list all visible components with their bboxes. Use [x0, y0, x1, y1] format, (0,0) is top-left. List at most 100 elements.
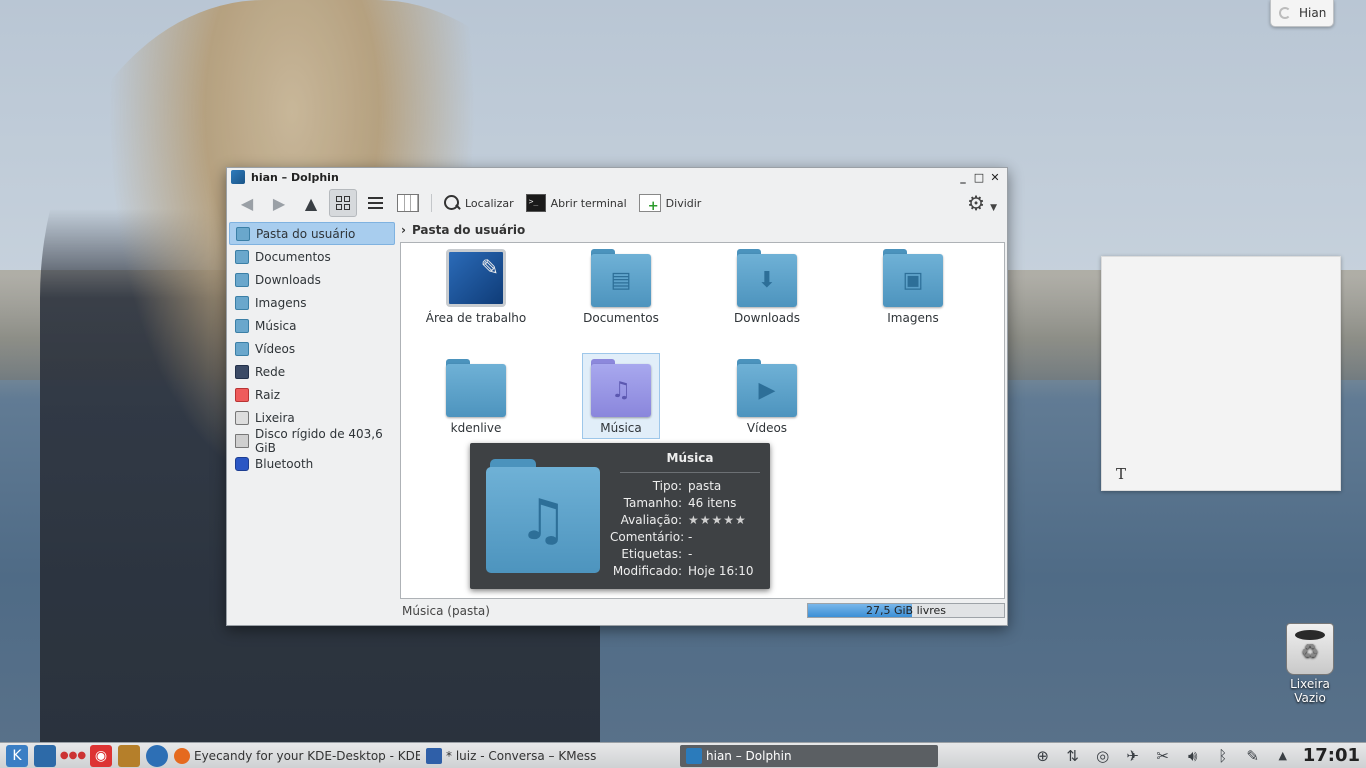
- clipboard-icon[interactable]: ✂: [1153, 747, 1173, 765]
- kde-menu-icon[interactable]: K: [6, 744, 28, 767]
- back-button[interactable]: ◀: [233, 189, 261, 217]
- file-item-label: Área de trabalho: [425, 311, 527, 325]
- toolbar-separator: [431, 194, 432, 212]
- free-space-bar[interactable]: 27,5 GiB livres: [807, 603, 1005, 618]
- clock[interactable]: 17:01: [1303, 745, 1360, 766]
- media-player-icon[interactable]: ◉: [90, 744, 112, 767]
- documents-folder-icon: ▤: [591, 249, 651, 307]
- window-titlebar[interactable]: hian – Dolphin _ □ ✕: [227, 168, 1007, 186]
- pen-tool-icon[interactable]: ✎: [1243, 747, 1263, 765]
- minimize-button[interactable]: _: [955, 171, 971, 184]
- taskbar: K ●●● ◉ Eyecandy for your KDE-Desktop - …: [0, 742, 1366, 768]
- sidebar-item-rede[interactable]: Rede: [229, 360, 395, 383]
- kde-connect-icon[interactable]: ✈: [1123, 747, 1143, 765]
- firefox-icon: [174, 747, 190, 764]
- network-transfer-icon[interactable]: ⇅: [1063, 747, 1083, 765]
- window-title: hian – Dolphin: [251, 170, 339, 184]
- volume-icon[interactable]: 🔊︎: [1183, 747, 1203, 765]
- maximize-button[interactable]: □: [971, 171, 987, 184]
- folder-icon: [235, 249, 249, 264]
- split-label: Dividir: [665, 196, 702, 210]
- user-badge[interactable]: Hian: [1270, 0, 1334, 27]
- breadcrumb[interactable]: › Pasta do usuário: [401, 222, 525, 238]
- sidebar-item-label: Imagens: [255, 295, 307, 310]
- open-terminal-button[interactable]: >_ Abrir terminal: [522, 189, 631, 217]
- sidebar-item-disk[interactable]: Disco rígido de 403,6 GiB: [229, 426, 395, 455]
- split-view-icon: [638, 194, 661, 214]
- task-label: * luiz - Conversa – KMess: [446, 748, 597, 763]
- chevron-right-icon: ›: [401, 223, 406, 237]
- forward-button[interactable]: ▶: [265, 189, 293, 217]
- sidebar-item-label: Disco rígido de 403,6 GiB: [255, 426, 383, 455]
- arrow-up-icon: ▲: [304, 193, 318, 213]
- tooltip-row-tags: Etiquetas: -: [610, 547, 770, 561]
- close-button[interactable]: ✕: [987, 171, 1003, 184]
- free-space-label: 27,5 GiB livres: [865, 604, 946, 617]
- sidebar-item-musica[interactable]: Música: [229, 314, 395, 337]
- bluetooth-tray-icon[interactable]: ᛒ: [1213, 747, 1233, 765]
- status-text: Música (pasta): [402, 604, 490, 618]
- sidebar-item-videos[interactable]: Vídeos: [229, 337, 395, 360]
- file-item-label: Documentos: [583, 311, 659, 325]
- sidebar-item-raiz[interactable]: Raiz: [229, 383, 395, 406]
- tooltip-key: Tamanho:: [623, 496, 682, 510]
- browser-launcher-icon[interactable]: [146, 744, 168, 767]
- file-item-label: Downloads: [734, 311, 800, 325]
- sidebar-item-label: Documentos: [255, 249, 331, 264]
- sidebar-item-imagens[interactable]: Imagens: [229, 291, 395, 314]
- folder-icon: [446, 359, 506, 417]
- task-kmess[interactable]: * luiz - Conversa – KMess: [420, 745, 680, 767]
- tooltip-key: Modificado:: [612, 564, 682, 578]
- tooltip-key: Tipo:: [652, 479, 682, 493]
- downloads-folder-icon: ⬇: [737, 249, 797, 307]
- open-terminal-label: Abrir terminal: [550, 196, 627, 210]
- tooltip-title: Música: [666, 451, 714, 465]
- desktop-trash[interactable]: Lixeira Vazio: [1280, 623, 1340, 705]
- file-item-documentos[interactable]: ▤ Documentos: [546, 249, 696, 325]
- up-button[interactable]: ▲: [297, 189, 325, 217]
- trash-icon: [235, 410, 249, 425]
- sidebar-item-home[interactable]: Pasta do usuário: [229, 222, 395, 245]
- file-item-downloads[interactable]: ⬇ Downloads: [692, 249, 842, 325]
- film-strip-icon[interactable]: [118, 744, 140, 767]
- show-desktop-icon[interactable]: [34, 744, 56, 767]
- updates-icon[interactable]: ◎: [1093, 747, 1113, 765]
- sidebar-item-label: Pasta do usuário: [256, 226, 356, 241]
- sidebar-item-label: Downloads: [255, 272, 321, 287]
- note-widget[interactable]: T: [1101, 256, 1341, 491]
- file-item-videos[interactable]: ▶ Vídeos: [692, 359, 842, 435]
- task-dolphin[interactable]: hian – Dolphin: [680, 744, 938, 767]
- system-tray: ⊕ ⇅ ◎ ✈ ✂ 🔊︎ ᛒ ✎ ▲ 17:01: [1033, 745, 1366, 766]
- tooltip-divider: [620, 472, 760, 473]
- icons-view-button[interactable]: [329, 189, 357, 217]
- desktop-trash-status: Vazio: [1294, 691, 1326, 705]
- add-widget-icon[interactable]: ⊕: [1033, 747, 1053, 765]
- user-name: Hian: [1299, 6, 1327, 20]
- sidebar-item-label: Música: [255, 318, 297, 333]
- network-icon: [235, 364, 249, 379]
- file-item-kdenlive[interactable]: kdenlive: [401, 359, 551, 435]
- columns-view-button[interactable]: [393, 189, 423, 217]
- search-icon: [444, 195, 460, 211]
- tooltip-row-comment: Comentário: -: [610, 530, 770, 544]
- text-format-icon[interactable]: T: [1116, 465, 1126, 483]
- file-item-desktop[interactable]: Área de trabalho: [401, 249, 551, 325]
- sidebar-item-documentos[interactable]: Documentos: [229, 245, 395, 268]
- split-button[interactable]: Dividir: [635, 189, 706, 217]
- details-view-button[interactable]: [361, 189, 389, 217]
- sidebar-item-bluetooth[interactable]: Bluetooth: [229, 452, 395, 475]
- settings-menu-button[interactable]: ⚙ ▼: [963, 189, 1001, 217]
- find-button[interactable]: Localizar: [440, 189, 518, 217]
- file-item-label: Vídeos: [746, 421, 788, 435]
- task-firefox[interactable]: Eyecandy for your KDE-Desktop - KDE-Look: [168, 745, 420, 767]
- dolphin-window: hian – Dolphin _ □ ✕ ◀ ▶ ▲ Localizar >_ …: [226, 167, 1008, 626]
- activities-icon[interactable]: ●●●: [60, 745, 86, 767]
- tray-expand-icon[interactable]: ▲: [1273, 749, 1293, 762]
- chevron-down-icon: ▼: [990, 203, 997, 213]
- rating-stars-icon: ★★★★★: [688, 513, 747, 527]
- tooltip-key: Etiquetas:: [621, 547, 682, 561]
- file-item-imagens[interactable]: ▣ Imagens: [838, 249, 988, 325]
- breadcrumb-current[interactable]: Pasta do usuário: [412, 223, 525, 237]
- sidebar-item-downloads[interactable]: Downloads: [229, 268, 395, 291]
- file-item-musica[interactable]: ♫ Música: [582, 353, 660, 439]
